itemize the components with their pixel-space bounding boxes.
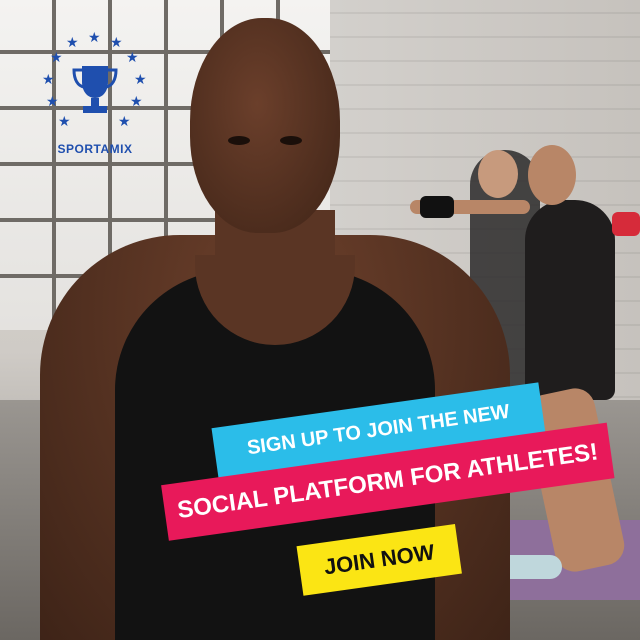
boxing-glove-black (420, 196, 454, 218)
background-athlete-1-head (478, 150, 518, 198)
right-eye (280, 136, 302, 145)
ad-canvas: ★ ★ ★ ★ ★ ★ ★ ★ ★ ★ ★ SPORTAMIX SIGN UP … (0, 0, 640, 640)
boxing-glove-red (612, 212, 640, 236)
sportamix-logo[interactable]: ★ ★ ★ ★ ★ ★ ★ ★ ★ ★ ★ SPORTAMIX (40, 30, 150, 170)
brand-name: SPORTAMIX (57, 142, 133, 156)
trophy-icon (72, 66, 118, 113)
background-athlete-2 (525, 200, 615, 400)
man-head (190, 18, 340, 233)
left-eye (228, 136, 250, 145)
background-athlete-2-head (528, 145, 576, 205)
